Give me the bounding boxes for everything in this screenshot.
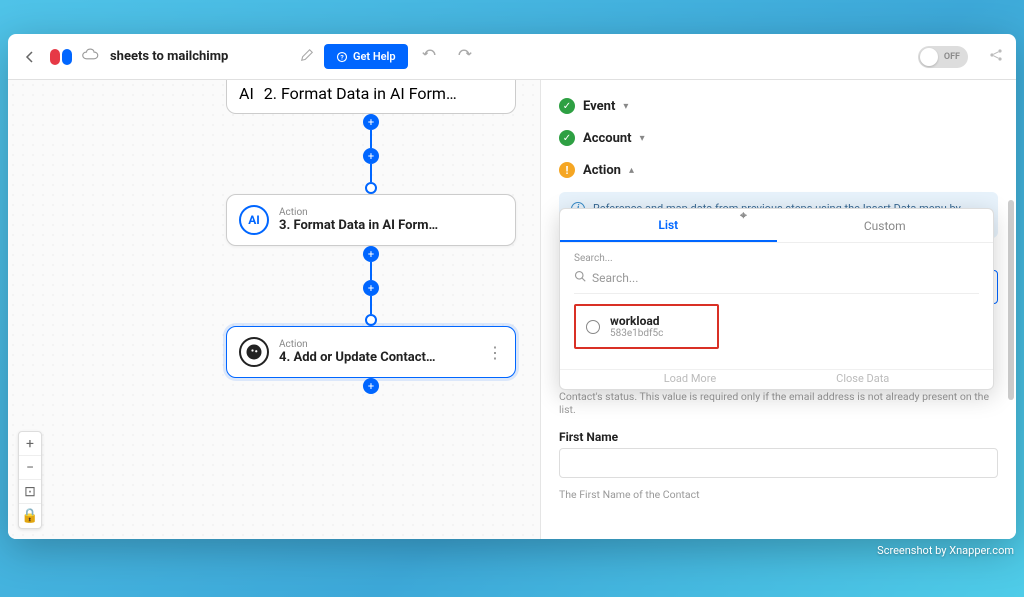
zoom-controls: + − ⊡ 🔒 <box>18 431 42 529</box>
node-label: Action <box>279 339 477 350</box>
event-section[interactable]: ✓ Event ▾ <box>559 90 998 122</box>
radio-icon <box>586 320 600 334</box>
edit-title-icon[interactable] <box>300 47 314 66</box>
app-logo <box>50 49 72 65</box>
chevron-up-icon: ▴ <box>629 165 634 176</box>
svg-text:?: ? <box>340 53 344 61</box>
add-step-icon[interactable]: + <box>363 378 379 394</box>
cursor-icon: ⌖ <box>740 208 747 223</box>
main: AI 2. Format Data in AI Form… + + AI Act… <box>8 80 1016 539</box>
add-step-icon[interactable]: + <box>363 148 379 164</box>
config-panel: ✓ Event ▾ ✓ Account ▾ ! Action ▴ i Refer… <box>540 80 1016 539</box>
node-label: Action <box>279 207 503 218</box>
canvas[interactable]: AI 2. Format Data in AI Form… + + AI Act… <box>8 80 540 539</box>
connector-handle[interactable] <box>365 314 377 326</box>
action-section[interactable]: ! Action ▴ <box>559 154 998 186</box>
header: ? Get Help OFF <box>8 34 1016 80</box>
option-name: workload <box>610 314 663 328</box>
app-window: ? Get Help OFF AI 2. Format Data in AI F… <box>8 34 1016 539</box>
ai-icon: AI <box>239 205 269 235</box>
redo-button[interactable] <box>456 47 472 66</box>
workflow-node[interactable]: AI Action3. Format Data in AI Form… <box>226 194 516 246</box>
load-more-button[interactable]: Load More <box>664 372 716 385</box>
connector-handle[interactable] <box>365 182 377 194</box>
back-button[interactable] <box>20 47 40 67</box>
mailchimp-icon <box>239 337 269 367</box>
first-name-hint: The First Name of the Contact <box>559 488 998 501</box>
chevron-down-icon: ▾ <box>640 133 645 144</box>
search-icon <box>574 270 586 285</box>
dropdown-tabs: List⌖ Custom <box>560 209 993 243</box>
workflow-node-selected[interactable]: Action4. Add or Update Contact… ⋮ <box>226 326 516 378</box>
first-name-input[interactable] <box>559 448 998 478</box>
scrollbar-thumb[interactable] <box>1008 200 1014 400</box>
account-section[interactable]: ✓ Account ▾ <box>559 122 998 154</box>
add-step-icon[interactable]: + <box>363 246 379 262</box>
chevron-down-icon: ▾ <box>623 101 628 112</box>
connector: + <box>363 378 379 394</box>
tab-custom[interactable]: Custom <box>777 209 994 242</box>
connector: + + <box>363 246 379 326</box>
zoom-in-button[interactable]: + <box>19 432 41 456</box>
status-note: Contact's status. This value is required… <box>559 390 998 416</box>
workflow-title-input[interactable] <box>110 49 270 64</box>
zoom-out-button[interactable]: − <box>19 456 41 480</box>
warning-icon: ! <box>559 162 575 178</box>
add-step-icon[interactable]: + <box>363 114 379 130</box>
dropdown-option-workload[interactable]: workload 583e1bdf5c <box>574 304 719 349</box>
fit-button[interactable]: ⊡ <box>19 480 41 504</box>
search-label: Search... <box>574 253 979 264</box>
workflow-node[interactable]: AI 2. Format Data in AI Form… <box>226 80 516 114</box>
check-icon: ✓ <box>559 130 575 146</box>
first-name-label: First Name <box>559 430 998 444</box>
workflow-column: AI 2. Format Data in AI Form… + + AI Act… <box>226 80 516 394</box>
node-more-icon[interactable]: ⋮ <box>487 343 503 362</box>
enable-toggle[interactable]: OFF <box>918 46 968 68</box>
ai-icon: AI <box>239 84 254 103</box>
option-id: 583e1bdf5c <box>610 328 663 339</box>
close-button[interactable]: Close Data <box>836 372 889 385</box>
node-title: 3. Format Data in AI Form… <box>279 218 503 233</box>
node-title: 4. Add or Update Contact… <box>279 350 477 365</box>
dropdown-footer: Load More Close Data <box>560 369 993 389</box>
list-dropdown: List⌖ Custom Search... Search... workloa… <box>559 208 994 390</box>
share-icon[interactable] <box>988 47 1004 67</box>
get-help-label: Get Help <box>353 50 396 63</box>
cloud-icon <box>82 47 100 66</box>
check-icon: ✓ <box>559 98 575 114</box>
add-step-icon[interactable]: + <box>363 280 379 296</box>
tab-list[interactable]: List⌖ <box>560 209 777 242</box>
connector: + + <box>363 114 379 194</box>
undo-button[interactable] <box>422 47 438 66</box>
lock-button[interactable]: 🔒 <box>19 504 41 528</box>
watermark: Screenshot by Xnapper.com <box>877 544 1014 557</box>
dropdown-search[interactable]: Search... <box>574 266 979 294</box>
get-help-button[interactable]: ? Get Help <box>324 44 408 69</box>
node-title: 2. Format Data in AI Form… <box>264 84 457 103</box>
